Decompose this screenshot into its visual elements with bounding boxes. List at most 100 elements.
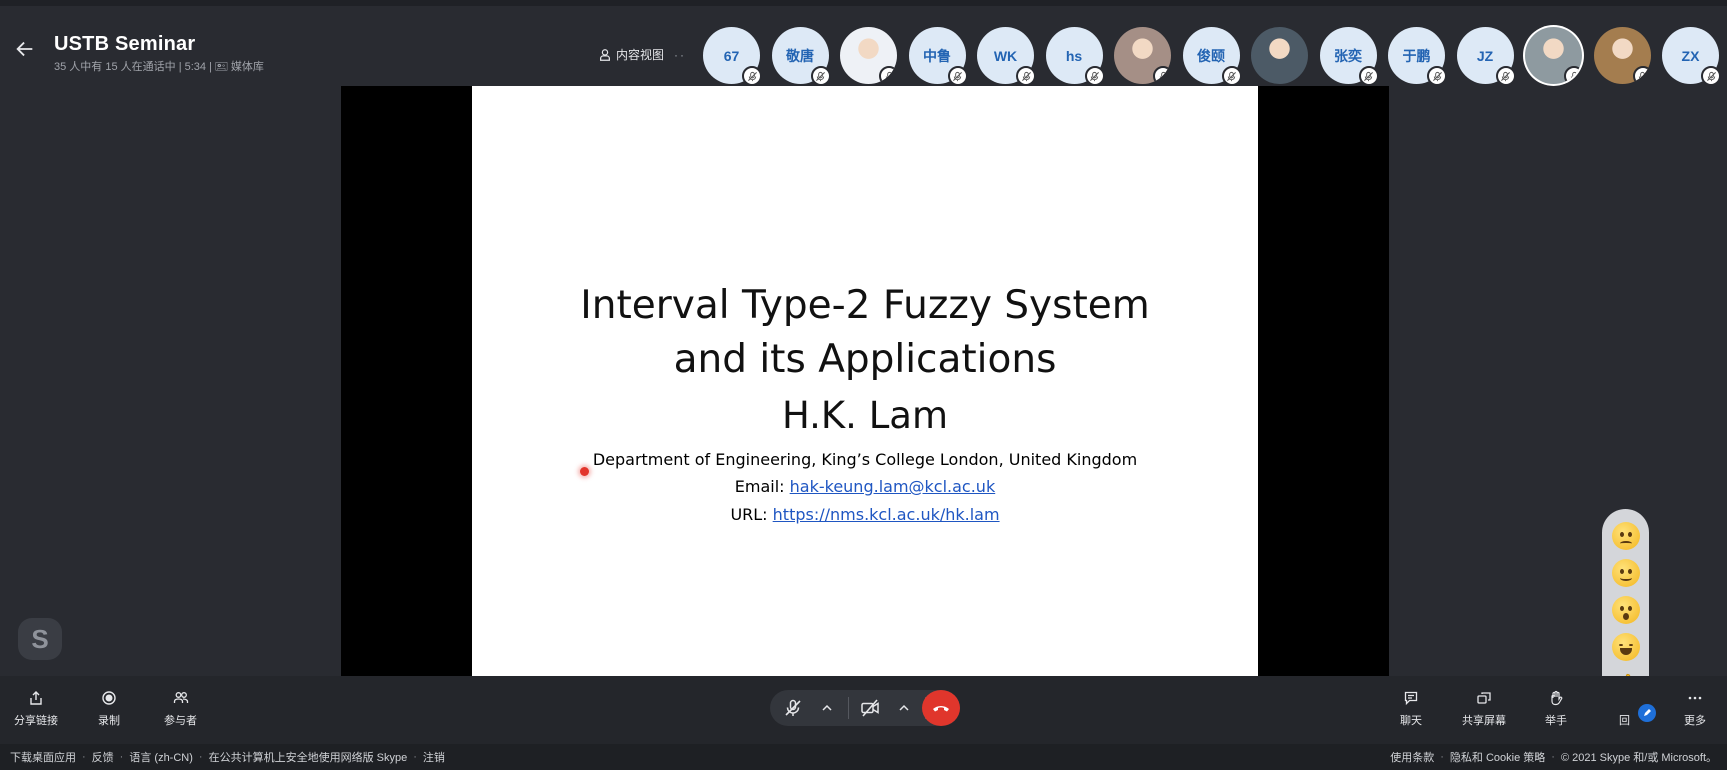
url-label: URL:: [730, 505, 773, 524]
feedback-link[interactable]: 反馈: [92, 749, 114, 765]
participant-initials: 张奕: [1334, 47, 1362, 64]
privacy-link[interactable]: 隐私和 Cookie 策略: [1450, 749, 1545, 765]
mic-muted-icon: [1016, 66, 1036, 86]
mic-muted-icon: [1084, 66, 1105, 86]
react-button[interactable]: 回: [1619, 712, 1630, 728]
back-button[interactable]: [12, 36, 38, 62]
participant-avatar[interactable]: 敬唐: [771, 27, 831, 86]
participant-avatar[interactable]: hs: [1045, 27, 1105, 86]
slide-email-line: Email: hak-keung.lam@kcl.ac.uk: [472, 477, 1258, 496]
participant-initials: JZ: [1476, 47, 1494, 64]
call-header: USTB Seminar 35 人中有 15 人在通话中 | 5:34 | 🖭 …: [0, 6, 1727, 86]
share-screen-icon: [1477, 692, 1491, 704]
surprised-reaction-icon[interactable]: [1611, 595, 1641, 625]
skype-call-window: USTB Seminar 35 人中有 15 人在通话中 | 5:34 | 🖭 …: [0, 0, 1727, 770]
chevron-up-icon: [899, 704, 909, 711]
participants-button[interactable]: 参与者: [164, 690, 197, 728]
pen-icon[interactable]: [1638, 704, 1656, 722]
more-button[interactable]: 更多: [1684, 690, 1706, 728]
camera-button[interactable]: [853, 690, 887, 726]
arrow-left-icon: [16, 41, 33, 57]
divider: [848, 697, 849, 719]
slide-author: H.K. Lam: [781, 394, 949, 437]
share-screen-button[interactable]: 共享屏幕: [1462, 690, 1506, 728]
language-link[interactable]: 语言 (zh-CN): [129, 749, 193, 765]
hand-icon: [1551, 690, 1563, 706]
participant-avatar[interactable]: [1525, 27, 1582, 84]
participant-initials: WK: [993, 47, 1018, 64]
mic-muted-icon: [1427, 66, 1447, 86]
participants-icon: [173, 692, 188, 703]
more-dots-icon: ··: [674, 47, 687, 62]
hang-up-button[interactable]: [922, 690, 960, 726]
share-link-label: 分享链接: [14, 715, 58, 727]
mic-muted-icon: [1358, 66, 1379, 86]
participant-avatar[interactable]: [1593, 27, 1651, 84]
signout-link[interactable]: 注销: [423, 749, 445, 765]
participant-initials: 于鹏: [1402, 47, 1431, 64]
mic-muted-icon: [1221, 66, 1242, 86]
raise-hand-button[interactable]: 举手: [1545, 690, 1567, 728]
record-label: 录制: [98, 715, 120, 727]
copyright-text: © 2021 Skype 和/或 Microsoft。: [1560, 752, 1717, 764]
share-link-button[interactable]: 分享链接: [14, 690, 58, 728]
participant-initials: 67: [723, 47, 740, 64]
participant-avatar[interactable]: 于鹏: [1388, 27, 1447, 86]
slide-title: Interval Type-2 Fuzzy System and its App…: [472, 279, 1258, 387]
participant-avatar[interactable]: [1114, 27, 1171, 84]
slide-title-line1: Interval Type-2 Fuzzy System: [580, 283, 1150, 328]
mic-muted-icon: [879, 66, 897, 84]
tears-of-joy-reaction-icon[interactable]: [1611, 632, 1641, 662]
slide-department: Department of Engineering, King’s Colleg…: [592, 450, 1138, 469]
participant-avatar[interactable]: 中鲁: [908, 27, 968, 86]
footer-right: 使用条款 · 隐私和 Cookie 策略 · © 2021 Skype 和/或 Mi…: [1390, 749, 1717, 765]
more-label: 更多: [1684, 715, 1706, 727]
microphone-button[interactable]: [776, 690, 810, 726]
mic-muted-icon: [785, 699, 801, 716]
participant-avatar[interactable]: 俊颐: [1182, 27, 1242, 86]
participant-initials: hs: [1065, 47, 1083, 64]
slide-title-line2: and its Applications: [673, 337, 1057, 382]
participant-avatar[interactable]: JZ: [1456, 27, 1516, 86]
safety-link[interactable]: 在公共计算机上安全地使用网络版 Skype: [209, 749, 408, 765]
slide-url-line: URL: https://nms.kcl.ac.uk/hk.lam: [472, 505, 1258, 524]
chat-icon: [1404, 691, 1418, 706]
chat-button[interactable]: 聊天: [1400, 690, 1422, 728]
participant-initials: 俊颐: [1197, 47, 1225, 64]
call-title: USTB Seminar: [54, 33, 196, 55]
participant-initials: 敬唐: [786, 47, 814, 64]
mic-muted-icon: [742, 66, 762, 86]
record-button[interactable]: 录制: [98, 690, 120, 728]
mic-muted-icon: [1153, 66, 1171, 84]
content-view-label: 内容视图: [616, 48, 665, 62]
laugh-reaction-icon[interactable]: [1611, 558, 1641, 588]
participant-avatar[interactable]: WK: [977, 27, 1036, 86]
mic-muted-icon: [1495, 66, 1516, 86]
participant-avatar[interactable]: 67: [703, 27, 762, 86]
url-link[interactable]: https://nms.kcl.ac.uk/hk.lam: [773, 505, 1000, 524]
terms-link[interactable]: 使用条款: [1390, 749, 1434, 765]
participant-avatar[interactable]: ZX: [1662, 27, 1721, 86]
camera-options-button[interactable]: [887, 690, 921, 726]
mic-muted-icon: [1564, 66, 1582, 84]
more-icon: [1688, 696, 1702, 700]
participant-avatar[interactable]: [1251, 27, 1308, 84]
person-icon: [600, 48, 610, 61]
participant-avatar[interactable]: 张奕: [1319, 27, 1379, 86]
call-toolbar: 分享链接 录制 参与者 聊天 共享屏幕 举手 回 更多: [0, 676, 1727, 744]
participant-initials: ZX: [1681, 47, 1700, 64]
email-link[interactable]: hak-keung.lam@kcl.ac.uk: [790, 477, 996, 496]
content-view-button[interactable]: 内容视图 ··: [598, 46, 686, 63]
footer-left: 下载桌面应用 · 反馈 · 语言 (zh-CN) · 在公共计算机上安全地使用网络版 …: [10, 749, 445, 765]
raise-hand-label: 举手: [1545, 715, 1567, 727]
sad-reaction-icon[interactable]: [1611, 521, 1641, 551]
participant-initials: 中鲁: [923, 47, 951, 64]
participant-strip: 67 敬唐 中鲁 WK hs 俊颐 张奕 于鹏 JZ ZX: [703, 27, 1721, 86]
mic-muted-icon: [1632, 66, 1651, 84]
participants-label: 参与者: [164, 715, 197, 727]
mic-options-button[interactable]: [810, 690, 844, 726]
participant-avatar[interactable]: [840, 27, 897, 84]
download-app-link[interactable]: 下载桌面应用: [10, 749, 76, 765]
page-footer: 下载桌面应用 · 反馈 · 语言 (zh-CN) · 在公共计算机上安全地使用网络版 …: [0, 744, 1727, 770]
presentation-slide: Interval Type-2 Fuzzy System and its App…: [472, 86, 1258, 676]
